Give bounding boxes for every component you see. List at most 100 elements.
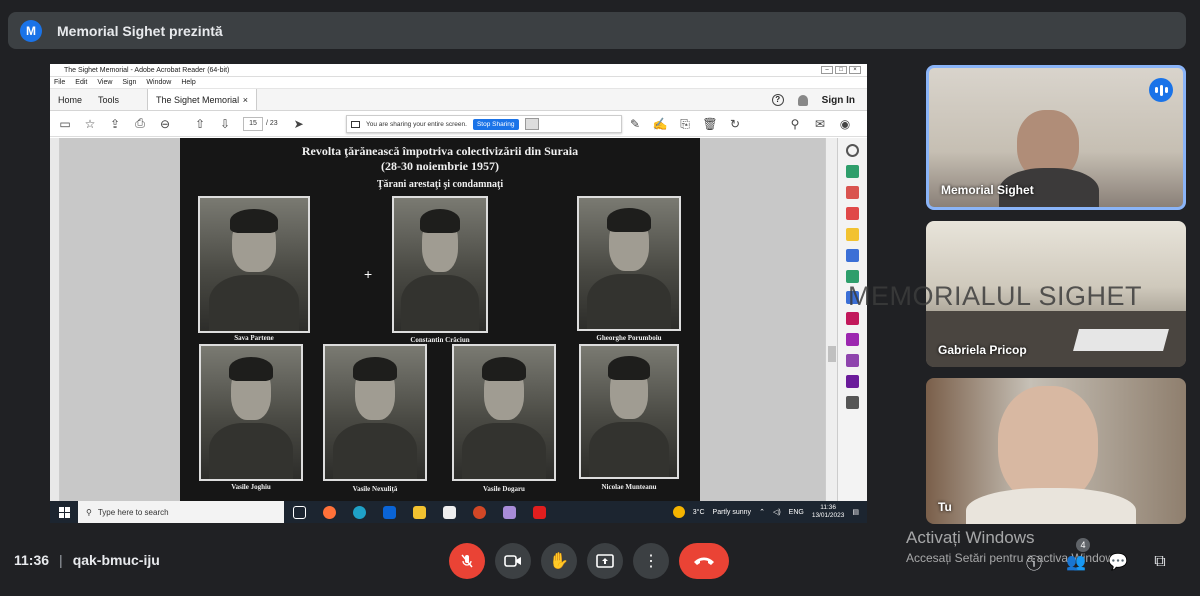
doc-title-line2: (28-30 noiembrie 1957) — [381, 159, 499, 173]
hide-notice-button[interactable] — [524, 118, 539, 130]
left-panel-toggle[interactable] — [50, 138, 60, 501]
share-notice-text: You are sharing your entire screen. — [366, 120, 467, 128]
vertical-scrollbar[interactable] — [825, 138, 837, 501]
file-explorer-icon[interactable] — [404, 505, 434, 519]
taskbar-search[interactable]: ⚲ Type here to search — [78, 501, 284, 523]
sign-icon[interactable]: ✍ — [653, 117, 668, 131]
bell-icon[interactable] — [797, 94, 808, 106]
classroom-desk — [1073, 329, 1169, 351]
participant-name: Tu — [938, 500, 952, 514]
stamp-icon[interactable]: ⎘ — [678, 117, 692, 131]
more-options-button[interactable]: ⋮ — [633, 543, 669, 579]
save-icon[interactable]: ▭ — [58, 117, 72, 131]
presenter-avatar: M — [20, 19, 42, 42]
menu-file[interactable]: File — [54, 79, 65, 86]
rotate-icon[interactable]: ↻ — [728, 117, 742, 131]
stop-sharing-button[interactable]: Stop Sharing — [472, 118, 519, 130]
participant-tile[interactable]: Tu — [926, 378, 1186, 524]
tab-tools[interactable]: Tools — [90, 89, 127, 110]
logo-watermark: MEMORIALUL SIGHET — [848, 281, 1143, 311]
menu-window[interactable]: Window — [146, 79, 171, 86]
pdf-page: Revolta ţărănească împotriva colectiviză… — [180, 138, 700, 501]
more-tools-icon[interactable] — [846, 354, 859, 367]
participant-tile[interactable]: Memorial Sighet — [926, 65, 1186, 210]
task-view-icon[interactable] — [284, 505, 314, 519]
meeting-details-button[interactable]: ⓘ — [1022, 550, 1046, 574]
zoom-out-icon[interactable]: ⊖ — [158, 117, 172, 131]
chat-button[interactable]: 💬 — [1106, 550, 1130, 574]
menu-view[interactable]: View — [97, 79, 112, 86]
meeting-code[interactable]: qak-bmuc-iju — [73, 552, 160, 568]
tab-home[interactable]: Home — [50, 89, 90, 110]
zoom-tool-icon[interactable] — [846, 144, 859, 157]
present-screen-button[interactable] — [587, 543, 623, 579]
people-icon: 👥 — [1066, 554, 1086, 571]
select-cursor-icon[interactable]: ➤ — [292, 117, 306, 131]
portrait-photo — [198, 196, 310, 333]
mail-icon[interactable]: ✉ — [813, 117, 827, 131]
star-icon[interactable]: ☆ — [83, 117, 97, 131]
activation-title: Activați Windows — [906, 528, 1035, 547]
export-pdf-icon[interactable] — [846, 165, 859, 178]
edge-icon[interactable] — [344, 505, 374, 519]
page-number-input[interactable]: 15 — [243, 116, 263, 131]
account-icon[interactable]: ◉ — [838, 117, 852, 131]
prev-page-icon[interactable]: ⇧ — [193, 117, 207, 131]
temperature: 3°C — [692, 508, 705, 516]
language-indicator[interactable]: ENG — [789, 509, 804, 516]
tools-rail — [837, 138, 867, 501]
speaking-indicator-icon — [1149, 78, 1173, 102]
call-controls: ✋ ⋮ — [449, 543, 729, 579]
close-icon[interactable]: × — [849, 66, 861, 74]
create-pdf-icon[interactable] — [846, 207, 859, 220]
doc-subtitle: Ţărani arestaţi şi condamnaţi — [376, 179, 504, 190]
next-page-icon[interactable]: ⇩ — [218, 117, 232, 131]
protect-icon[interactable] — [846, 333, 859, 346]
participant-name: Gabriela Pricop — [938, 343, 1027, 357]
print-icon[interactable]: ⎙ — [133, 116, 147, 131]
upload-icon[interactable]: ⇪ — [108, 117, 122, 131]
trash-icon[interactable]: 🗑 — [702, 117, 717, 131]
taskbar-clock[interactable]: 11:36 13/01/2023 — [812, 504, 845, 520]
scrollbar-thumb[interactable] — [828, 346, 836, 362]
calendar-app-icon[interactable] — [434, 505, 464, 519]
edit-pdf-icon[interactable] — [846, 186, 859, 199]
notifications-icon[interactable]: ▤ — [852, 508, 859, 516]
leave-call-button[interactable] — [679, 543, 729, 579]
raise-hand-button[interactable]: ✋ — [541, 543, 577, 579]
powerpoint-icon[interactable] — [464, 505, 494, 519]
chat-icon: 💬 — [1108, 554, 1128, 571]
app-icon[interactable] — [494, 505, 524, 519]
pen-icon[interactable]: ✎ — [628, 117, 642, 131]
tab-close-icon[interactable]: × — [243, 95, 248, 105]
windows-start-icon[interactable] — [50, 506, 78, 518]
comment-icon[interactable] — [846, 228, 859, 241]
expand-panel-icon[interactable] — [846, 396, 859, 409]
fill-sign-icon[interactable] — [846, 312, 859, 325]
tray-chevron-icon[interactable]: ⌃ — [759, 508, 765, 516]
windows-taskbar: ⚲ Type here to search 3°C Partly sunny ⌃… — [50, 501, 867, 523]
tab-document[interactable]: The Sighet Memorial × — [147, 89, 258, 110]
volume-icon[interactable]: ◁) — [773, 508, 781, 516]
hand-icon: ✋ — [549, 553, 569, 570]
link-icon[interactable]: ⚲ — [788, 117, 802, 131]
minimize-icon[interactable]: – — [821, 66, 833, 74]
weather-text: Partly sunny — [712, 508, 752, 516]
meeting-time: 11:36 — [14, 552, 50, 568]
firefox-icon[interactable] — [314, 505, 344, 519]
help-icon[interactable]: ? — [771, 94, 784, 106]
redact-icon[interactable] — [846, 375, 859, 388]
menu-sign[interactable]: Sign — [122, 79, 136, 86]
menu-help[interactable]: Help — [181, 79, 195, 86]
camera-button[interactable] — [495, 543, 531, 579]
people-button[interactable]: 👥 4 — [1064, 538, 1090, 574]
sign-in-button[interactable]: Sign In — [822, 95, 855, 106]
organize-pages-icon[interactable] — [846, 249, 859, 262]
activities-button[interactable]: ⧉ — [1148, 550, 1172, 574]
menu-edit[interactable]: Edit — [75, 79, 87, 86]
acrobat-taskbar-icon[interactable] — [524, 505, 554, 519]
maximize-icon[interactable]: □ — [835, 66, 847, 74]
page-total: / 23 — [266, 120, 278, 127]
microphone-off-button[interactable] — [449, 543, 485, 579]
mail-app-icon[interactable] — [374, 505, 404, 519]
